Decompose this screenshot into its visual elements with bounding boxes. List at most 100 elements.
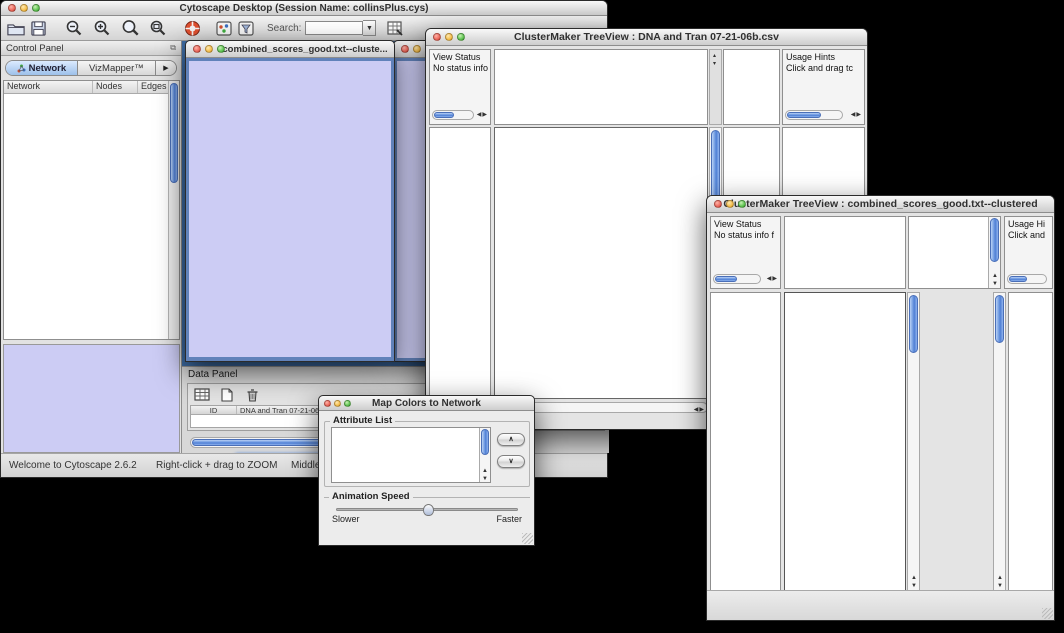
zoom-button[interactable] (738, 200, 746, 208)
datapanel-table-icon[interactable] (192, 386, 212, 403)
map-colors-dialog: Map Colors to Network Attribute List ▲▼ … (318, 395, 535, 546)
animation-speed-label: Animation Speed (329, 491, 413, 502)
tv2-viewstatus-scrollbar[interactable] (713, 274, 761, 284)
tv2-title-bar[interactable]: ClusterMaker TreeView : combined_scores_… (707, 196, 1054, 213)
minimize-button[interactable] (726, 200, 734, 208)
birdseye-panel[interactable] (3, 344, 180, 453)
close-button[interactable] (401, 45, 409, 53)
zoom-button[interactable] (344, 400, 351, 407)
tv1-top-dendrogram[interactable] (494, 49, 708, 125)
tv2-top-dendrogram[interactable] (784, 216, 906, 289)
tab-vizmapper[interactable]: VizMapper™ (78, 61, 156, 75)
filter-funnel-icon[interactable] (235, 18, 257, 38)
tv1-heatmap[interactable] (494, 127, 708, 399)
tv2-view-status-title: View Status (714, 219, 761, 229)
resize-grip[interactable] (522, 533, 533, 544)
col-network[interactable]: Network (4, 81, 93, 93)
desktop: Cytoscape Desktop (Session Name: collins… (0, 0, 1064, 633)
tv2-hints-scrollbar[interactable] (1007, 274, 1047, 284)
attribute-list-vscroll[interactable]: ▲▼ (479, 428, 490, 482)
search-dropdown-arrow[interactable]: ▼ (363, 20, 376, 36)
tv1-window-title: ClusterMaker TreeView : DNA and Tran 07-… (426, 31, 867, 43)
attribute-listbox[interactable]: ▲▼ (331, 427, 491, 483)
tv2-usage-hints-title: Usage Hi (1008, 219, 1045, 229)
layout-network-icon[interactable] (213, 18, 235, 38)
animation-speed-group: Animation Speed Slower Faster (324, 497, 530, 523)
attribute-list-label: Attribute List (330, 415, 395, 426)
tab-overflow-arrow[interactable]: ▶ (156, 61, 176, 75)
minimize-button[interactable] (20, 4, 28, 12)
scroll-arrows[interactable]: ◀▶ (851, 111, 862, 118)
zoom-fit-icon[interactable] (147, 18, 169, 38)
net1-title-bar[interactable]: combined_scores_good.txt--cluste... (186, 41, 394, 58)
dialog-title-bar[interactable]: Map Colors to Network (319, 396, 534, 411)
help-lifesaver-icon[interactable] (181, 18, 203, 38)
tv2-zoom-heatmap[interactable] (925, 292, 991, 592)
faster-label: Faster (496, 514, 522, 524)
search-input[interactable] (305, 21, 363, 35)
network-list: Network Nodes Edges (3, 80, 180, 340)
tv1-column-labels (723, 49, 780, 125)
tv2-heatmap[interactable] (784, 292, 906, 592)
tv2-usage-hints: Usage Hi Click and (1004, 216, 1053, 289)
tv2-column-labels: ▲▼ (908, 216, 1001, 289)
col-nodes[interactable]: Nodes (93, 81, 138, 93)
animation-speed-slider[interactable] (336, 508, 518, 511)
tv2-heatmap-vscroll[interactable]: ▲▼ (907, 292, 920, 592)
main-window-title: Cytoscape Desktop (Session Name: collins… (1, 3, 607, 14)
datapanel-newdoc-icon[interactable] (217, 386, 237, 403)
tv1-usage-hints-text: Click and drag tc (786, 63, 853, 73)
scroll-arrows[interactable]: ◀▶ (767, 275, 778, 282)
tv1-left-dendrogram[interactable] (429, 127, 491, 399)
close-button[interactable] (433, 33, 441, 41)
minimize-button[interactable] (445, 33, 453, 41)
tab-vizmapper-label: VizMapper™ (89, 63, 144, 74)
close-button[interactable] (8, 4, 16, 12)
tv1-dendro-scroll-strip[interactable]: ▴▾ (709, 49, 722, 125)
save-session-icon[interactable] (27, 18, 49, 38)
float-panel-icon[interactable]: ⧉ (170, 43, 176, 53)
tv2-collabel-vscroll[interactable]: ▲▼ (988, 217, 1000, 288)
close-button[interactable] (714, 200, 722, 208)
birdseye-canvas[interactable] (4, 345, 179, 452)
move-up-button[interactable]: ∧ (497, 433, 525, 446)
data-col-id[interactable]: ID (191, 406, 237, 414)
control-panel-title: Control Panel (6, 43, 64, 54)
scroll-arrows[interactable]: ◀▶ (477, 111, 488, 118)
slider-thumb[interactable] (423, 504, 434, 516)
move-down-button[interactable]: ∨ (497, 455, 525, 468)
minimize-button[interactable] (205, 45, 213, 53)
status-zoom-hint: Right-click + drag to ZOOM (156, 460, 277, 471)
tv2-zoom-vscroll[interactable]: ▲▼ (993, 292, 1006, 592)
zoom-selected-icon[interactable] (119, 18, 141, 38)
datapanel-trash-icon[interactable] (242, 386, 262, 403)
tv1-hints-scrollbar[interactable] (785, 110, 843, 120)
minimize-button[interactable] (413, 45, 421, 53)
tv1-usage-hints: Usage Hints Click and drag tc ◀▶ (782, 49, 865, 125)
network-canvas-1[interactable] (189, 61, 391, 357)
open-session-icon[interactable] (5, 18, 27, 38)
close-button[interactable] (324, 400, 331, 407)
tv1-viewstatus-scrollbar[interactable] (432, 110, 474, 120)
close-button[interactable] (193, 45, 201, 53)
tab-network[interactable]: Network (6, 61, 78, 75)
search-label: Search: (267, 23, 301, 34)
tv1-view-status-text: No status info f (433, 63, 490, 73)
main-title-bar[interactable]: Cytoscape Desktop (Session Name: collins… (1, 1, 607, 16)
zoom-button[interactable] (217, 45, 225, 53)
network-list-scrollbar[interactable] (168, 81, 179, 339)
network-view-window-1: combined_scores_good.txt--cluste... (185, 40, 395, 362)
zoom-button[interactable] (457, 33, 465, 41)
tv1-title-bar[interactable]: ClusterMaker TreeView : DNA and Tran 07-… (426, 29, 867, 46)
attribute-table-icon[interactable] (384, 18, 406, 38)
zoom-button[interactable] (32, 4, 40, 12)
slower-label: Slower (332, 514, 360, 524)
tv1-view-status: View Status No status info f ◀▶ (429, 49, 491, 125)
tv2-left-dendrogram[interactable] (710, 292, 781, 592)
minimize-button[interactable] (334, 400, 341, 407)
tv1-usage-hints-title: Usage Hints (786, 52, 835, 62)
zoom-in-icon[interactable] (91, 18, 113, 38)
tv2-bottom-bar (707, 590, 1054, 620)
zoom-out-icon[interactable] (63, 18, 85, 38)
resize-grip[interactable] (1042, 608, 1053, 619)
